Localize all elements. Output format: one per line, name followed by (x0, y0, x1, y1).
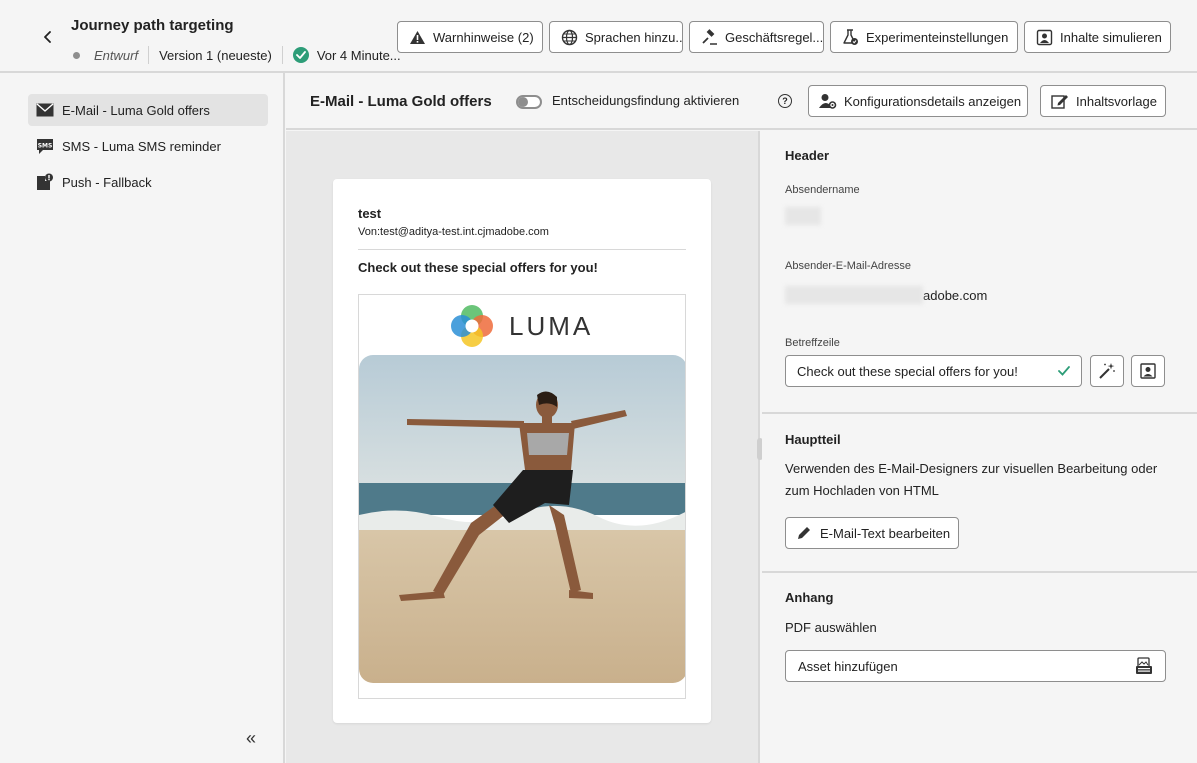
email-preview-pane: test Von:test@aditya-test.int.cjmadobe.c… (286, 131, 760, 763)
left-nav: E-Mail - Luma Gold offers SMS SMS - Luma… (0, 73, 285, 763)
decisioning-label: Entscheidungsfindung aktivieren (552, 93, 740, 108)
simulate-content-label: Inhalte simulieren (1060, 29, 1162, 45)
section-divider (762, 412, 1197, 414)
subject-label: Betreffzeile (785, 337, 840, 349)
top-bar: Journey path targeting Entwurf Version 1… (0, 0, 1197, 73)
luma-logo-icon (451, 305, 493, 347)
status-text: Entwurf (94, 47, 139, 63)
business-rules-label: Geschäftsregel... (725, 29, 824, 45)
email-body-preview: LUMA (358, 294, 686, 699)
sms-icon: SMS (36, 137, 54, 155)
experiment-settings-button[interactable]: Experimenteinstellungen (830, 21, 1018, 53)
back-button[interactable] (38, 27, 58, 47)
body-section-title: Hauptteil (785, 432, 841, 447)
redacted-sender-email (785, 286, 923, 304)
sidebar-item-push[interactable]: Push - Fallback (28, 166, 268, 198)
preview-divider (358, 249, 686, 250)
attachment-section-title: Anhang (785, 590, 834, 605)
help-icon[interactable]: ? (778, 94, 792, 108)
sidebar-item-sms[interactable]: SMS SMS - Luma SMS reminder (28, 130, 268, 162)
meta-divider (281, 46, 283, 64)
add-asset-label: Asset hinzufügen (798, 658, 898, 674)
content-template-label: Inhaltsvorlage (1076, 93, 1157, 109)
section-divider (762, 571, 1197, 573)
mail-icon (36, 101, 54, 119)
push-icon (36, 173, 54, 191)
checkmark-icon (1058, 366, 1070, 376)
config-details-button[interactable]: Konfigurationsdetails anzeigen (808, 85, 1028, 117)
template-edit-icon (1051, 92, 1069, 110)
asset-picker-icon (1136, 657, 1152, 674)
content-header: E-Mail - Luma Gold offers Entscheidungsf… (286, 73, 1197, 130)
generate-subject-button[interactable] (1090, 355, 1124, 387)
flask-icon (841, 28, 859, 46)
redacted-sender-name (785, 207, 821, 225)
experiment-settings-label: Experimenteinstellungen (866, 29, 1009, 45)
add-languages-button[interactable]: Sprachen hinzu... (549, 21, 683, 53)
luma-logo-text: LUMA (509, 310, 594, 341)
preview-from: Von:test@aditya-test.int.cjmadobe.com (358, 226, 549, 238)
add-asset-field[interactable]: Asset hinzufügen (785, 650, 1166, 682)
pdf-select-label: PDF auswählen (785, 620, 877, 635)
preview-subject: Check out these special offers for you! (358, 260, 598, 275)
business-rules-button[interactable]: Geschäftsregel... (689, 21, 824, 53)
chevron-left-icon (44, 31, 51, 43)
journey-title: Journey path targeting (71, 17, 234, 34)
meta-divider (148, 46, 150, 64)
config-details-label: Konfigurationsdetails anzeigen (844, 93, 1022, 109)
subject-input[interactable]: Check out these special offers for you! (785, 355, 1082, 387)
hero-image (359, 355, 685, 683)
preview-sender-name: test (358, 206, 382, 221)
top-actions: Warnhinweise (2) Sprachen hinzu... Gesch… (397, 21, 1171, 53)
sidebar-item-label: Push - Fallback (62, 174, 152, 190)
warnings-label: Warnhinweise (2) (433, 29, 534, 45)
sender-name-label: Absendername (785, 184, 860, 196)
warnings-button[interactable]: Warnhinweise (2) (397, 21, 543, 53)
magic-wand-icon (1099, 363, 1115, 379)
decisioning-toggle[interactable] (516, 95, 542, 109)
subject-input-value: Check out these special offers for you! (797, 363, 1018, 379)
header-section-title: Header (785, 148, 830, 163)
sender-email-domain: adobe.com (923, 287, 988, 303)
simulate-icon (1035, 28, 1053, 46)
sidebar-item-label: SMS - Luma SMS reminder (62, 138, 221, 154)
sender-email-label: Absender-E-Mail-Adresse (785, 260, 911, 272)
svg-text:SMS: SMS (38, 142, 53, 149)
status-dot-icon (73, 51, 80, 59)
globe-icon (560, 28, 578, 46)
sidebar-item-email[interactable]: E-Mail - Luma Gold offers (28, 94, 268, 126)
content-template-button[interactable]: Inhaltsvorlage (1040, 85, 1166, 117)
edit-email-body-button[interactable]: E-Mail-Text bearbeiten (785, 517, 959, 549)
collapse-sidebar-button[interactable]: « (240, 728, 262, 748)
edit-email-body-label: E-Mail-Text bearbeiten (820, 525, 951, 541)
sender-name-value (785, 207, 821, 225)
luma-logo: LUMA (449, 303, 593, 349)
gavel-icon (700, 28, 718, 46)
alert-icon (408, 28, 426, 46)
personalize-icon (1140, 363, 1156, 379)
email-preview-card: test Von:test@aditya-test.int.cjmadobe.c… (333, 179, 711, 723)
check-circle-icon (292, 47, 309, 63)
body-description: Verwenden des E-Mail-Designers zur visue… (785, 461, 1158, 498)
sidebar-item-label: E-Mail - Luma Gold offers (62, 102, 210, 118)
user-gear-icon (819, 92, 837, 110)
journey-meta: Entwurf Version 1 (neueste) Vor 4 Minute… (73, 46, 401, 64)
simulate-content-button[interactable]: Inhalte simulieren (1024, 21, 1171, 53)
settings-pane: Header Absendername Absender-E-Mail-Adre… (762, 131, 1197, 763)
content-title: E-Mail - Luma Gold offers (310, 93, 492, 110)
sender-email-value: adobe.com (785, 286, 987, 304)
saved-time: Vor 4 Minute... (316, 47, 401, 63)
pencil-icon (795, 524, 813, 542)
personalize-subject-button[interactable] (1131, 355, 1165, 387)
add-languages-label: Sprachen hinzu... (585, 29, 683, 45)
version-text: Version 1 (neueste) (159, 47, 272, 63)
